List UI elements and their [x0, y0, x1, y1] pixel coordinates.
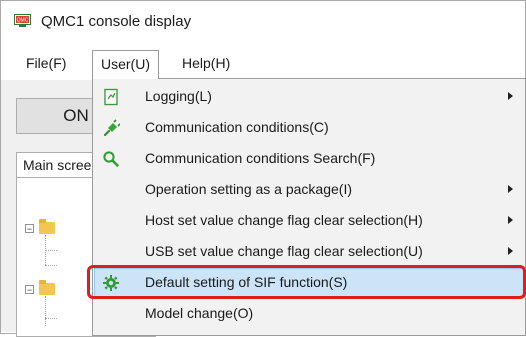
submenu-arrow-icon — [508, 216, 513, 224]
qmc-app-icon: QMC — [14, 14, 31, 27]
plug-icon — [103, 119, 120, 137]
menu-item-label: USB set value change flag clear selectio… — [145, 243, 423, 259]
menu-file[interactable]: File(F) — [18, 52, 74, 76]
submenu-arrow-icon — [508, 247, 513, 255]
menu-item-operation-setting-package[interactable]: Operation setting as a package(I) — [94, 175, 526, 205]
submenu-arrow-icon — [508, 92, 513, 100]
menu-item-communication-conditions[interactable]: Communication conditions(C) — [94, 113, 526, 143]
menu-item-model-change[interactable]: Model change(O) — [94, 299, 526, 329]
user-menu-dropdown: Logging(L) Communication conditions(C) C… — [92, 78, 526, 336]
menu-item-label: Logging(L) — [145, 88, 212, 104]
menu-item-label: Model change(O) — [145, 305, 254, 321]
menu-bar — [1, 49, 525, 77]
folder-icon — [39, 280, 55, 295]
menu-item-communication-conditions-search[interactable]: Communication conditions Search(F) — [94, 144, 526, 174]
window-title: QMC1 console display — [41, 13, 192, 30]
tree-collapse-icon[interactable]: − — [25, 285, 34, 295]
menu-user[interactable]: User(U) — [92, 50, 159, 79]
menu-item-label: Host set value change flag clear selecti… — [145, 212, 423, 228]
svg-text:QMC: QMC — [17, 18, 29, 24]
title-bar[interactable]: QMC QMC1 console display — [1, 1, 525, 45]
menu-item-label: Operation setting as a package(I) — [145, 181, 353, 197]
tree-connector — [45, 250, 57, 251]
menu-item-label: Communication conditions Search(F) — [145, 150, 376, 166]
menu-item-label: Communication conditions(C) — [145, 119, 329, 135]
log-document-icon — [104, 88, 118, 106]
folder-icon — [39, 219, 55, 234]
menu-item-host-flag-clear[interactable]: Host set value change flag clear selecti… — [94, 206, 526, 236]
menu-item-usb-flag-clear[interactable]: USB set value change flag clear selectio… — [94, 237, 526, 267]
menu-help[interactable]: Help(H) — [174, 52, 238, 76]
search-icon — [103, 151, 119, 167]
tree-collapse-icon[interactable]: − — [25, 224, 34, 234]
tree-connector — [45, 318, 57, 319]
tree-connector — [45, 265, 57, 266]
gear-icon — [103, 275, 119, 291]
submenu-arrow-icon — [508, 185, 513, 193]
tree-connector — [45, 296, 46, 326]
menu-item-logging[interactable]: Logging(L) — [94, 82, 526, 112]
menu-item-default-sif-function[interactable]: Default setting of SIF function(S) — [94, 268, 526, 298]
menu-item-label: Default setting of SIF function(S) — [145, 274, 348, 290]
